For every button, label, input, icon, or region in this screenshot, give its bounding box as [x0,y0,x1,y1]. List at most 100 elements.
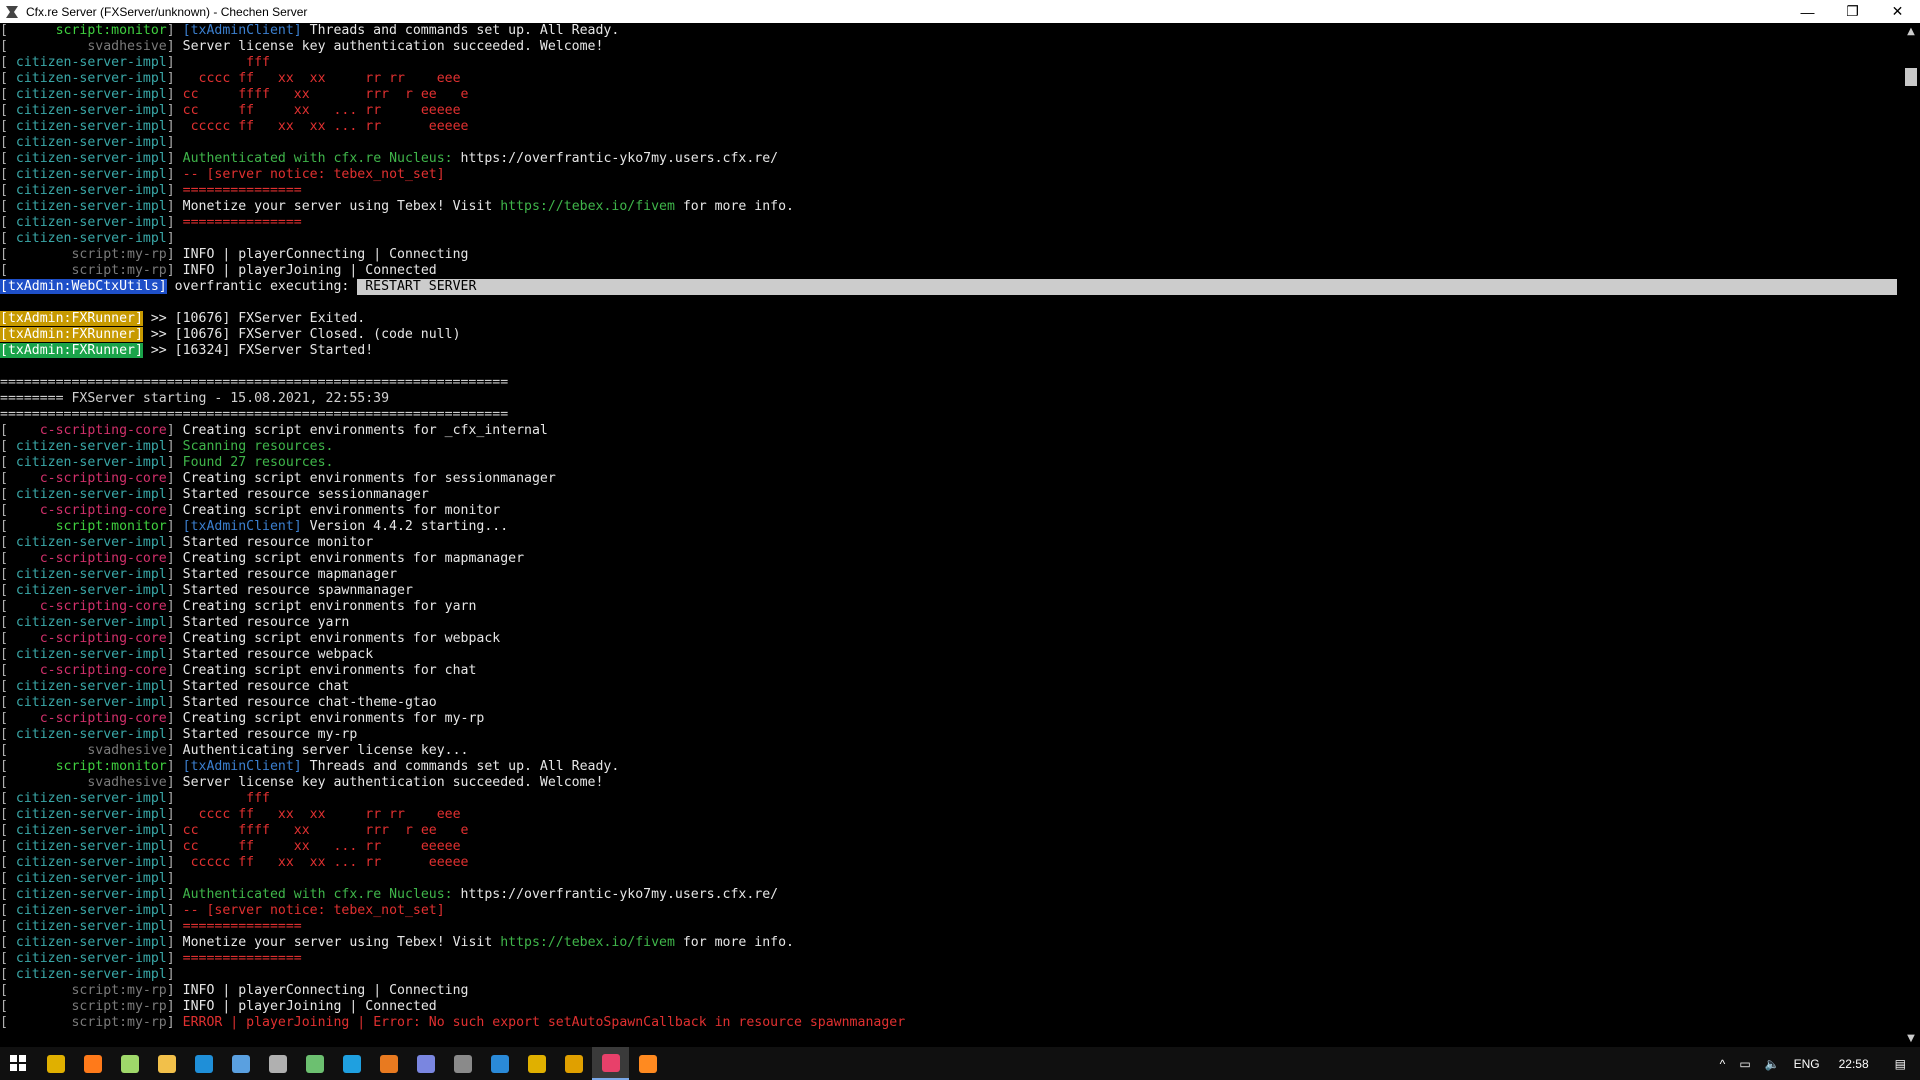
rockstar-icon[interactable] [518,1047,555,1080]
console-segment: ] [166,567,183,582]
discord-icon[interactable] [407,1047,444,1080]
console-line: [ citizen-server-impl] =============== [0,919,1902,935]
tool-icon[interactable] [259,1047,296,1080]
media-app-icon[interactable] [370,1047,407,1080]
console-segment: ] [166,967,175,982]
console-segment: Creating script environments for session… [182,471,556,486]
console-segment: script:my-rp [71,983,167,998]
console-segment: script:my-rp [71,1015,167,1030]
console-segment: https://tebex.io/fivem [500,199,675,214]
console-segment: ] [166,775,183,790]
scroll-down-icon[interactable]: ▼ [1902,1030,1920,1047]
console-segment: citizen-server-impl [15,87,167,102]
console-segment: cccc ff xx xx rr rr eee [182,71,461,86]
fxserver-icon-glyph [601,1053,620,1072]
scrollbar[interactable]: ▲ ▼ [1902,23,1920,1047]
skype-icon[interactable] [333,1047,370,1080]
scroll-up-icon[interactable]: ▲ [1902,23,1920,40]
clock[interactable]: 22:58 [1827,1047,1881,1080]
console-segment: Monetize your server using Tebex! Visit [182,935,501,950]
minimize-button[interactable]: — [1785,0,1830,23]
console-segment: citizen-server-impl [15,487,167,502]
console-line: [ script:monitor] [txAdminClient] Thread… [0,23,1902,39]
console-line: [ citizen-server-impl] Found 27 resource… [0,455,1902,471]
console-segment: [ [0,791,16,806]
console-line: [txAdmin:FXRunner] >> [16324] FXServer S… [0,343,1902,359]
console-segment: c-scripting-core [39,631,167,646]
notepad-icon[interactable] [111,1047,148,1080]
chrome-icon[interactable] [37,1047,74,1080]
notifications-icon[interactable]: ▤ [1881,1047,1920,1080]
console-segment: ] [166,839,183,854]
console-segment: [ [0,263,72,278]
console-segment: cc ff xx ... rr eeeee [182,839,461,854]
console-segment: ] [166,711,183,726]
console-segment: citizen-server-impl [15,791,167,806]
media-app-icon-glyph [379,1054,398,1073]
console-segment: c-scripting-core [39,663,167,678]
terminal-app-icon[interactable] [296,1047,333,1080]
console-line: [ citizen-server-impl] fff [0,55,1902,71]
console-segment: ] [166,823,183,838]
photoshop-icon[interactable] [185,1047,222,1080]
explorer-icon[interactable] [148,1047,185,1080]
volume-icon[interactable]: 🔈 [1758,1047,1787,1080]
language-indicator[interactable]: ENG [1787,1047,1827,1080]
cloud-app-icon[interactable] [222,1047,259,1080]
firefox-icon[interactable] [74,1047,111,1080]
console-segment: [ [0,807,16,822]
console-line: [ citizen-server-impl] Started resource … [0,535,1902,551]
console-segment: citizen-server-impl [15,215,167,230]
console-segment: citizen-server-impl [15,887,167,902]
console-line: [ citizen-server-impl] cc ff xx ... rr e… [0,839,1902,855]
console-segment: citizen-server-impl [15,823,167,838]
console-output[interactable]: [ script:monitor] [txAdminClient] Thread… [0,23,1902,1047]
console-line: [ citizen-server-impl] fff [0,791,1902,807]
console-segment: citizen-server-impl [15,103,167,118]
app-icon [6,5,18,18]
tray-chevron-icon[interactable]: ^ [1713,1047,1733,1080]
console-segment: [ [0,183,16,198]
console-segment: ] [166,135,175,150]
scrollbar-thumb[interactable] [1905,68,1917,86]
close-button[interactable]: ✕ [1875,0,1920,23]
console-segment: Started resource chat [182,679,350,694]
console-segment: c-scripting-core [39,503,167,518]
console-segment: ] [166,599,183,614]
console-line: [ citizen-server-impl] Started resource … [0,679,1902,695]
console-segment: ccccc ff xx xx ... rr eeeee [182,119,469,134]
network-icon[interactable]: ▭ [1732,1047,1757,1080]
console-segment: ] [166,615,183,630]
console-segment: [txAdmin:FXRunner] [0,327,143,342]
console-segment: Started resource chat-theme-gtao [182,695,437,710]
console-segment: [ [0,519,56,534]
console-segment: c-scripting-core [39,423,167,438]
maximize-button[interactable]: ❐ [1830,0,1875,23]
console-segment: svadhesive [87,743,167,758]
console-segment: cc ffff xx rrr r ee e [182,87,469,102]
console-segment: citizen-server-impl [15,583,167,598]
vscode-icon[interactable] [481,1047,518,1080]
console-segment: Threads and commands set up. All Ready. [301,23,620,38]
console-segment: [ [0,55,16,70]
console-segment: citizen-server-impl [15,967,167,982]
console-segment: ] [166,919,183,934]
console-segment: INFO | playerConnecting | Connecting [182,247,469,262]
console-segment: [ [0,487,16,502]
sublime-icon[interactable] [629,1047,666,1080]
rockstar-launcher-icon[interactable] [555,1047,592,1080]
console-line: [ script:my-rp] INFO | playerConnecting … [0,983,1902,999]
steam-icon[interactable] [444,1047,481,1080]
console-segment: [ [0,823,16,838]
console-segment: >> [10676] FXServer Exited. [142,311,366,326]
console-segment: Creating script environments for monitor [182,503,501,518]
notepad-icon-glyph [120,1054,139,1073]
console-line: [txAdmin:WebCtxUtils] overfrantic execut… [0,279,1902,295]
console-segment: citizen-server-impl [15,935,167,950]
console-segment: [txAdmin:FXRunner] [0,311,143,326]
console-segment: Started resource yarn [182,615,350,630]
console-segment: ] [166,903,183,918]
start-icon[interactable] [0,1047,37,1080]
firefox-icon-glyph [83,1054,102,1073]
fxserver-icon[interactable] [592,1047,629,1080]
